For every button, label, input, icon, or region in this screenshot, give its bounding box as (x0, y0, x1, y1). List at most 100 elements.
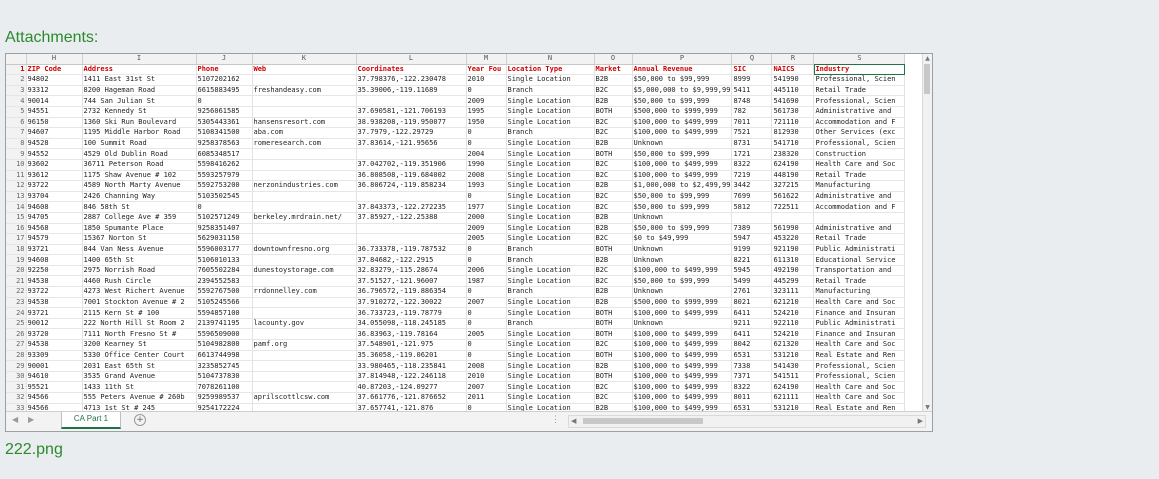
column-header-cell[interactable]: Location Type (506, 64, 595, 76)
row-number[interactable]: 25 (6, 318, 27, 330)
grid-cell[interactable]: 100 Summit Road (82, 138, 197, 150)
grid-cell[interactable]: 94538 (26, 339, 83, 351)
grid-cell[interactable]: Professional, Scien (813, 74, 906, 86)
grid-cell[interactable]: $100,000 to $499,999 (632, 117, 733, 129)
grid-cell[interactable]: BOTH (594, 244, 633, 256)
row-number[interactable]: 2 (6, 74, 27, 86)
grid-cell[interactable]: Professional, Scien (813, 360, 906, 372)
grid-cell[interactable]: Single Location (506, 74, 595, 86)
grid-cell[interactable]: 37.7979,-122.29729 (356, 127, 467, 139)
grid-cell[interactable]: 921190 (771, 244, 815, 256)
grid-cell[interactable]: 0 (466, 127, 507, 139)
grid-cell[interactable]: Single Location (506, 381, 595, 393)
grid-cell[interactable]: 721110 (771, 117, 815, 129)
grid-cell[interactable]: 1721 (731, 148, 773, 160)
row-number[interactable]: 4 (6, 95, 27, 107)
column-header-cell[interactable]: Annual Revenue (632, 64, 733, 76)
grid-cell[interactable]: BOTH (594, 328, 633, 341)
grid-cell[interactable]: Single Location (506, 307, 595, 319)
grid-cell[interactable]: 93721 (26, 244, 83, 256)
grid-cell[interactable]: 2005 (466, 233, 507, 245)
grid-cell[interactable]: 9256061585 (196, 106, 253, 118)
column-letter[interactable]: M (466, 54, 507, 65)
grid-cell[interactable]: Unknown (632, 286, 733, 298)
grid-cell[interactable]: $100,000 to $499,999 (632, 127, 733, 139)
grid-cell[interactable]: 6411 (731, 328, 773, 341)
grid-cell[interactable]: B2B (594, 180, 633, 192)
grid-cell[interactable]: B2C (594, 275, 633, 288)
grid-cell[interactable]: 5592753200 (196, 180, 253, 192)
grid-cell[interactable]: 94538 (26, 275, 83, 288)
column-header-cell[interactable]: Address (82, 64, 197, 76)
grid-cell[interactable]: 2005 (466, 328, 507, 341)
row-number[interactable]: 13 (6, 191, 27, 203)
row-number[interactable]: 26 (6, 328, 27, 341)
grid-cell[interactable]: B2C (594, 381, 633, 393)
row-number[interactable]: 5 (6, 106, 27, 118)
column-header-cell[interactable]: Year Fou (466, 64, 507, 76)
grid-cell[interactable]: 90014 (26, 95, 83, 107)
grid-cell[interactable]: Public Administrati (813, 318, 906, 330)
grid-cell[interactable]: 15367 Norton St (82, 233, 197, 245)
prev-sheet-icon[interactable]: ◀ (12, 415, 18, 424)
grid-cell[interactable]: 94552 (26, 148, 83, 160)
grid-cell[interactable]: 37.814948,-122.246118 (356, 371, 467, 383)
grid-cell[interactable]: $50,000 to $99,999 (632, 148, 733, 160)
grid-cell[interactable]: 5105245566 (196, 297, 253, 309)
grid-cell[interactable]: Retail Trade (813, 170, 906, 182)
grid-cell[interactable]: Administrative and (813, 223, 906, 235)
grid-cell[interactable]: $50,000 to $99,999 (632, 223, 733, 235)
grid-cell[interactable]: freshandeasy.com (252, 85, 357, 97)
grid-cell[interactable]: 93309 (26, 350, 83, 362)
grid-cell[interactable] (252, 275, 357, 288)
grid-cell[interactable]: 5330 Office Center Court (82, 350, 197, 362)
grid-cell[interactable]: 7219 (731, 170, 773, 182)
grid-cell[interactable]: 0 (466, 85, 507, 97)
grid-cell[interactable]: 722511 (771, 201, 815, 213)
grid-cell[interactable]: 624190 (771, 381, 815, 393)
grid-cell[interactable]: 93704 (26, 191, 83, 203)
grid-cell[interactable]: 94607 (26, 127, 83, 139)
grid-cell[interactable]: Branch (506, 318, 595, 330)
grid-cell[interactable]: 5593257979 (196, 170, 253, 182)
grid-cell[interactable]: Professional, Scien (813, 371, 906, 383)
grid-cell[interactable]: 94538 (26, 297, 83, 309)
grid-cell[interactable]: B2C (594, 201, 633, 213)
grid-cell[interactable]: 621111 (771, 392, 815, 404)
row-number[interactable]: 27 (6, 339, 27, 351)
grid-cell[interactable]: 5103502545 (196, 191, 253, 203)
sheet-tab[interactable]: CA Part 1 (61, 412, 121, 429)
grid-cell[interactable]: 93720 (26, 328, 83, 341)
row-number[interactable]: 12 (6, 180, 27, 192)
grid-cell[interactable]: $50,000 to $99,999 (632, 74, 733, 86)
column-letter[interactable]: K (252, 54, 357, 65)
grid-cell[interactable]: Professional, Scien (813, 138, 906, 150)
grid-cell[interactable]: 94608 (26, 254, 83, 266)
grid-cell[interactable]: 1990 (466, 159, 507, 171)
grid-cell[interactable]: 323111 (771, 286, 815, 298)
grid-cell[interactable]: 94568 (26, 223, 83, 235)
grid-cell[interactable]: 541990 (771, 74, 815, 86)
grid-cell[interactable]: BOTH (594, 106, 633, 118)
grid-cell[interactable]: 6613744998 (196, 350, 253, 362)
grid-cell[interactable]: 2000 (466, 212, 507, 224)
grid-cell[interactable]: 531210 (771, 350, 815, 362)
row-number[interactable]: 17 (6, 233, 27, 245)
grid-cell[interactable]: 561730 (771, 106, 815, 118)
grid-cell[interactable]: 2010 (466, 371, 507, 383)
row-number[interactable]: 21 (6, 275, 27, 288)
row-number[interactable]: 1 (6, 64, 27, 76)
grid-cell[interactable]: 37.798376,-122.230478 (356, 74, 467, 86)
column-header-cell[interactable]: Coordinates (356, 64, 467, 76)
grid-cell[interactable]: aprilscottlcsw.com (252, 392, 357, 404)
row-number[interactable]: 23 (6, 297, 27, 309)
grid-cell[interactable]: 37.661776,-121.876652 (356, 392, 467, 404)
grid-cell[interactable] (252, 191, 357, 203)
grid-cell[interactable]: 93722 (26, 286, 83, 298)
column-letter[interactable]: S (813, 54, 906, 65)
row-number[interactable]: 22 (6, 286, 27, 298)
column-letter[interactable]: I (82, 54, 197, 65)
grid-cell[interactable]: 2009 (466, 95, 507, 107)
horizontal-scroll-thumb[interactable] (583, 418, 703, 424)
grid-cell[interactable]: 33.980465,-118.235841 (356, 360, 467, 372)
